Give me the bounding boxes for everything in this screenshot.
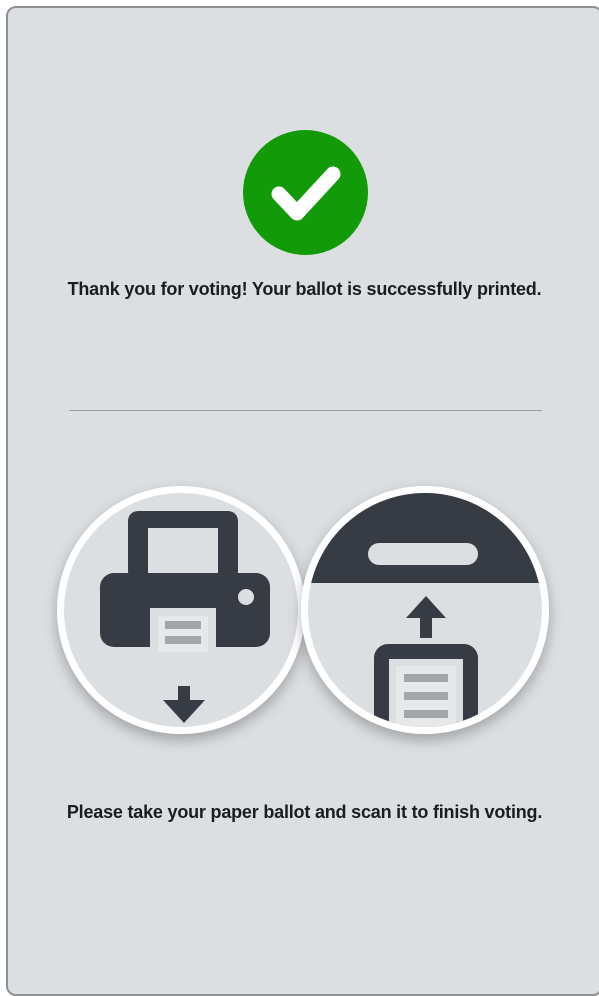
print-and-scan-illustration bbox=[8, 478, 599, 768]
printer-icon bbox=[57, 486, 305, 734]
divider bbox=[69, 410, 542, 411]
scanner-icon bbox=[301, 486, 549, 734]
scan-instruction-message: Please take your paper ballot and scan i… bbox=[66, 802, 543, 822]
ballot-printed-message: Thank you for voting! Your ballot is suc… bbox=[67, 279, 542, 299]
checkmark-icon bbox=[243, 130, 368, 255]
ballot-printed-screen: Thank you for voting! Your ballot is suc… bbox=[6, 6, 599, 996]
